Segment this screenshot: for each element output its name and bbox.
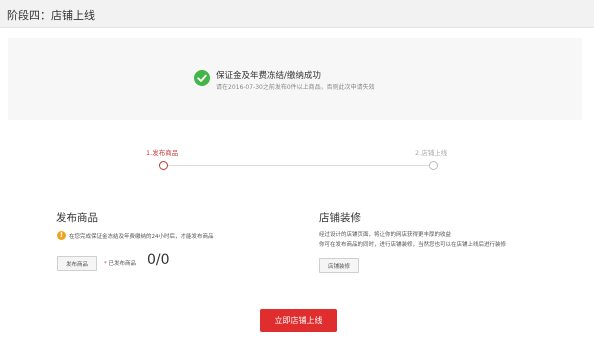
- publish-goods-button[interactable]: 发布商品: [57, 256, 97, 271]
- published-count-text: 已发布商品: [108, 261, 137, 267]
- header-bar: 阶段四：店铺上线: [0, 0, 594, 28]
- publish-warning-text: 在您完成保证金冻结及年费缴纳的24小时后，才能发布商品: [69, 234, 214, 240]
- decor-section-title: 店铺装修: [319, 212, 361, 224]
- notice-subtitle: 请在2016-07-30之前发布0件以上商品，否则此次申请失效: [216, 84, 375, 91]
- step-2-label: 2.店铺上线: [415, 149, 448, 157]
- shop-decor-button[interactable]: 店铺装修: [319, 258, 359, 273]
- required-star: *: [104, 261, 107, 267]
- step-1-dot: [159, 161, 168, 170]
- success-notice: 保证金及年费冻结/缴纳成功 请在2016-07-30之前发布0件以上商品，否则此…: [8, 38, 582, 120]
- check-circle-icon: [194, 70, 210, 86]
- step-1-label: 1.发布商品: [146, 149, 179, 157]
- step-2-dot: [429, 161, 438, 170]
- notice-title: 保证金及年费冻结/缴纳成功: [216, 71, 321, 81]
- published-count-value: 0/0: [147, 252, 170, 268]
- publish-section-title: 发布商品: [56, 212, 98, 224]
- warning-icon: !: [57, 231, 66, 240]
- launch-shop-button[interactable]: 立即店铺上线: [260, 309, 337, 332]
- decor-desc-line-1: 经过设计的店铺页面，将让你的网店获得更丰厚的收益: [319, 232, 452, 238]
- step-progress-line: [165, 165, 431, 166]
- page-title: 阶段四：店铺上线: [7, 9, 95, 22]
- decor-desc-line-2: 你可在发布商品的同时，进行店铺装修，当然您也可以在店铺上线后进行装修: [319, 242, 507, 248]
- published-count-label: * 已发布商品: [104, 259, 136, 267]
